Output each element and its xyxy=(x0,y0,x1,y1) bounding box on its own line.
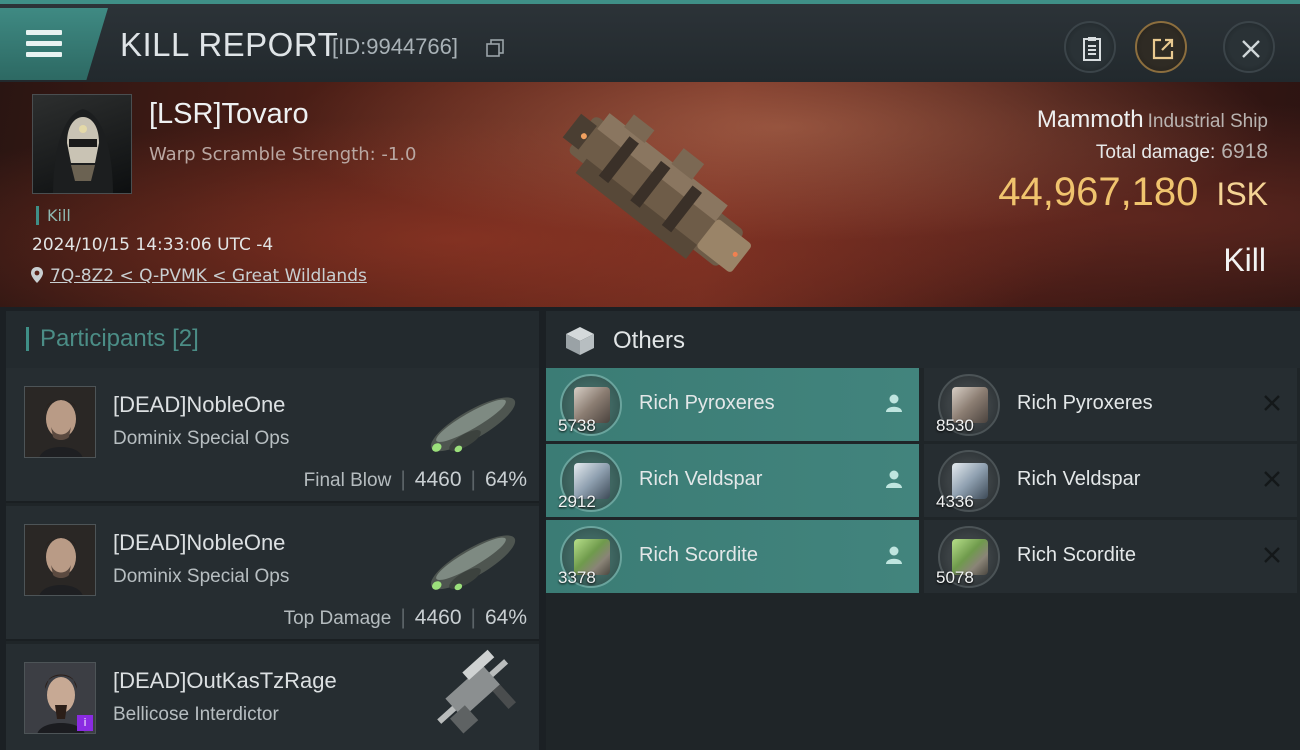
item-name: Rich Veldspar xyxy=(1017,468,1141,490)
participant-row[interactable]: i [DEAD]OutKasTzRage Bellicose Interdict… xyxy=(6,644,539,750)
result-label: Kill xyxy=(1223,242,1266,278)
kill-tag: Kill xyxy=(36,206,71,225)
participant-row[interactable]: [DEAD]NobleOne Dominix Special Ops Top D… xyxy=(6,506,539,641)
close-icon xyxy=(1242,40,1260,58)
loot-item-dropped[interactable]: 3378 Rich Scordite xyxy=(546,520,919,593)
avatar[interactable]: i xyxy=(24,662,96,734)
loot-item-dropped[interactable]: 2912 Rich Veldspar xyxy=(546,444,919,517)
location-pin-icon xyxy=(31,267,43,283)
participant-name[interactable]: [DEAD]NobleOne xyxy=(113,392,285,418)
avatar[interactable] xyxy=(24,386,96,458)
loot-item-destroyed[interactable]: 8530 Rich Pyroxeres xyxy=(924,368,1297,441)
participant-damage: 4460 xyxy=(414,606,462,629)
clipboard-button[interactable] xyxy=(1064,21,1116,73)
avatar[interactable] xyxy=(24,524,96,596)
share-icon xyxy=(1152,38,1174,60)
page-title: KILL REPORT xyxy=(120,26,339,63)
loot-item-destroyed[interactable]: 5078 Rich Scordite xyxy=(924,520,1297,593)
item-name: Rich Veldspar xyxy=(639,468,763,490)
victim-name[interactable]: [LSR]Tovaro xyxy=(149,98,309,131)
loot-item-dropped[interactable]: 5738 Rich Pyroxeres xyxy=(546,368,919,441)
participant-row[interactable]: [DEAD]NobleOne Dominix Special Ops Final… xyxy=(6,368,539,503)
report-id: [ID:9944766] xyxy=(332,34,458,59)
pilot-icon xyxy=(886,394,902,412)
participant-stats: Final Blow | 4460 | 64% xyxy=(303,468,527,491)
close-button[interactable] xyxy=(1223,21,1275,73)
participant-percent: 64% xyxy=(484,606,527,629)
participant-ship-image xyxy=(430,397,516,453)
total-damage: Total damage: 6918 xyxy=(1095,140,1268,163)
participants-title: Participants xyxy=(40,325,166,352)
participants-header: Participants [2] xyxy=(6,311,539,368)
menu-icon xyxy=(26,30,62,63)
share-button[interactable] xyxy=(1135,21,1187,73)
pilot-icon xyxy=(886,546,902,564)
clipboard-icon xyxy=(1083,37,1101,61)
kill-timestamp: 2024/10/15 14:33:06 UTC -4 xyxy=(32,235,274,255)
loot-item-destroyed[interactable]: 4336 Rich Veldspar xyxy=(924,444,1297,517)
victim-ship-class: Industrial Ship xyxy=(1147,111,1268,132)
participant-ship-image xyxy=(437,649,516,734)
item-quantity: 4336 xyxy=(936,492,974,511)
participant-stats: Top Damage | 4460 | 64% xyxy=(283,606,527,629)
participant-ship-image xyxy=(430,535,516,591)
participant-role: Top Damage xyxy=(283,608,392,629)
victim-portrait[interactable] xyxy=(32,94,132,194)
isk-unit: ISK xyxy=(1216,176,1268,212)
victim-attribute: Warp Scramble Strength: -1.0 xyxy=(149,144,417,165)
item-name: Rich Pyroxeres xyxy=(1017,392,1153,414)
participant-percent: 64% xyxy=(484,468,527,491)
item-name: Rich Pyroxeres xyxy=(639,392,775,414)
item-name: Rich Scordite xyxy=(1017,544,1136,566)
participant-ship: Bellicose Interdictor xyxy=(113,704,279,725)
participant-name[interactable]: [DEAD]NobleOne xyxy=(113,530,285,556)
participant-ship: Dominix Special Ops xyxy=(113,566,290,587)
destroyed-icon xyxy=(1264,395,1280,411)
info-badge-icon: i xyxy=(77,715,93,731)
others-header: Others xyxy=(546,311,1300,368)
item-name: Rich Scordite xyxy=(639,544,758,566)
victim-banner: [LSR]Tovaro Warp Scramble Strength: -1.0… xyxy=(0,82,1300,307)
item-quantity: 8530 xyxy=(936,416,974,435)
title-bar: KILL REPORT [ID:9944766] xyxy=(0,0,1300,82)
copy-icon[interactable] xyxy=(486,39,504,57)
item-quantity: 5078 xyxy=(936,568,974,587)
participants-panel: Participants [2] [DEAD]NobleOne Dominix … xyxy=(6,311,539,750)
participant-name[interactable]: [DEAD]OutKasTzRage xyxy=(113,668,337,694)
participants-count: [2] xyxy=(172,325,199,352)
item-quantity: 5738 xyxy=(558,416,596,435)
cube-icon xyxy=(566,327,594,355)
pilot-icon xyxy=(886,470,902,488)
destroyed-icon xyxy=(1264,471,1280,487)
menu-button[interactable] xyxy=(0,8,108,80)
total-damage-value: 6918 xyxy=(1221,140,1268,163)
victim-ship-image xyxy=(562,113,751,272)
item-quantity: 2912 xyxy=(558,492,596,511)
location-link[interactable]: 7Q-8Z2 < Q-PVMK < Great Wildlands xyxy=(50,266,367,286)
isk-value: 44,967,180 ISK xyxy=(998,170,1268,214)
others-panel: Others 5738 Rich Pyroxeres 8530 Rich Pyr… xyxy=(546,311,1300,750)
destroyed-icon xyxy=(1264,547,1280,563)
item-quantity: 3378 xyxy=(558,568,596,587)
participant-ship: Dominix Special Ops xyxy=(113,428,290,449)
kill-location[interactable]: 7Q-8Z2 < Q-PVMK < Great Wildlands xyxy=(30,266,367,286)
victim-ship-name[interactable]: Mammoth Industrial Ship xyxy=(1037,106,1268,134)
participant-role: Final Blow xyxy=(303,470,392,491)
participant-damage: 4460 xyxy=(414,468,462,491)
others-title: Others xyxy=(613,327,686,354)
